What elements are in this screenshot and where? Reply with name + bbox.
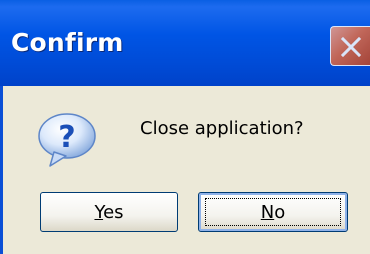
close-button[interactable]	[330, 26, 370, 66]
confirm-dialog: Confirm ? Close application? Yes No	[0, 0, 370, 254]
close-icon	[340, 36, 362, 58]
dialog-message: Close application?	[140, 118, 304, 139]
window-title: Confirm	[11, 28, 124, 57]
svg-text:?: ?	[58, 120, 75, 155]
no-button-label: No	[260, 201, 286, 223]
yes-button-label: Yes	[94, 201, 124, 223]
yes-button[interactable]: Yes	[40, 192, 178, 232]
window-border	[0, 86, 3, 254]
question-icon: ?	[38, 113, 96, 167]
title-bar[interactable]: Confirm	[0, 0, 370, 86]
no-button[interactable]: No	[198, 192, 348, 232]
